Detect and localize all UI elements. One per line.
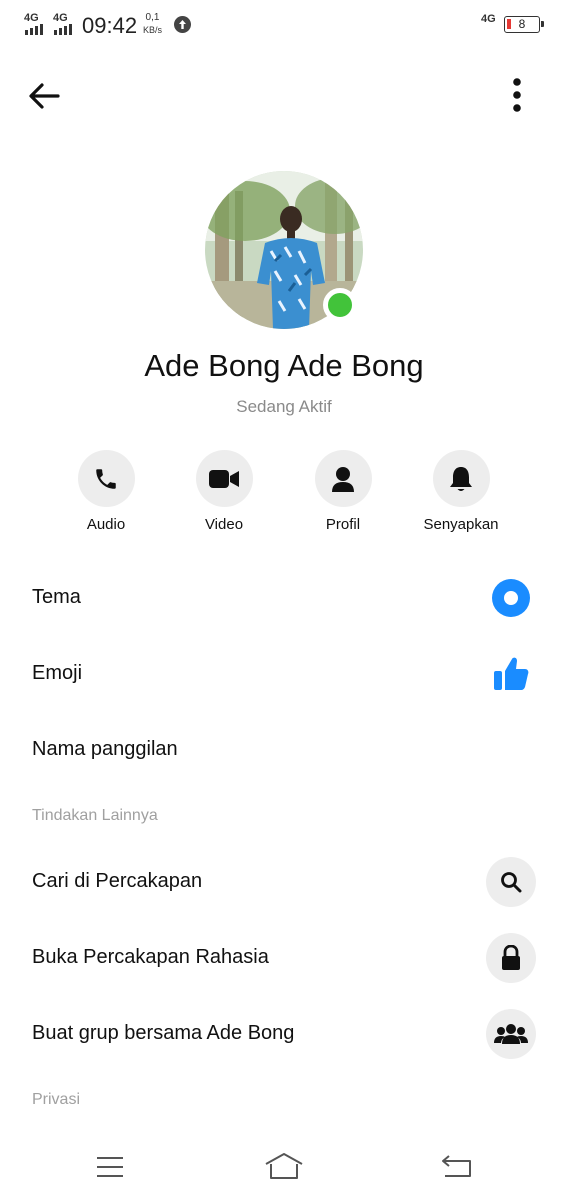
network-type-right: 4G: [481, 13, 496, 25]
system-nav-bar: [0, 1140, 568, 1200]
search-button[interactable]: [486, 857, 536, 907]
nickname-label: Nama panggilan: [32, 738, 178, 760]
battery-icon: 8: [504, 16, 544, 33]
audio-call-button[interactable]: Audio: [46, 450, 166, 533]
profile-label: Profil: [325, 516, 361, 533]
back-button[interactable]: [24, 76, 64, 116]
search-icon: [501, 872, 522, 893]
clock: 09:42: [82, 13, 138, 38]
audio-button-circle[interactable]: [77, 450, 135, 507]
home-icon[interactable]: [264, 1152, 304, 1180]
more-vertical-icon: [513, 78, 521, 112]
phone-icon: [96, 468, 116, 489]
bell-icon: [450, 466, 472, 491]
theme-row[interactable]: Tema: [0, 568, 568, 628]
signal-icon: [54, 24, 72, 35]
create-group-row[interactable]: Buat grup bersama Ade Bong: [0, 1004, 568, 1064]
thumbs-up-icon[interactable]: [491, 654, 531, 694]
nickname-row[interactable]: Nama panggilan: [0, 720, 568, 780]
battery-level: 8: [518, 17, 526, 31]
network-speed-value: 0,1: [145, 12, 160, 23]
create-group-label: Buat grup bersama Ade Bong: [32, 1022, 295, 1044]
profile-button[interactable]: Profil: [283, 450, 403, 533]
more-options-button[interactable]: [502, 74, 532, 116]
person-icon: [332, 466, 354, 492]
more-actions-header: Tindakan Lainnya: [32, 807, 158, 824]
menu-icon[interactable]: [96, 1156, 124, 1178]
network-type-1: 4G: [24, 12, 39, 24]
mute-button-circle[interactable]: [432, 450, 490, 507]
search-conversation-label: Cari di Percakapan: [32, 870, 203, 892]
profile-name: Ade Bong Ade Bong: [144, 348, 424, 383]
online-indicator: [323, 288, 357, 322]
mute-label: Senyapkan: [423, 516, 499, 533]
mute-button[interactable]: Senyapkan: [401, 450, 521, 533]
emoji-row[interactable]: Emoji: [0, 644, 568, 704]
return-icon[interactable]: [440, 1154, 472, 1178]
network-speed-unit: KB/s: [143, 25, 163, 35]
privacy-header: Privasi: [32, 1091, 81, 1108]
video-camera-icon: [209, 469, 239, 488]
video-call-button[interactable]: Video: [164, 450, 284, 533]
group-icon: [494, 1024, 528, 1044]
network-type-2: 4G: [53, 12, 68, 24]
lock-icon: [502, 945, 520, 970]
theme-color-icon[interactable]: [492, 579, 530, 617]
audio-label: Audio: [86, 516, 126, 533]
secret-conversation-label: Buka Percakapan Rahasia: [32, 946, 269, 968]
theme-label: Tema: [32, 586, 81, 608]
arrow-left-icon: [29, 83, 60, 109]
active-status: Sedang Aktif: [236, 397, 332, 416]
video-label: Video: [204, 516, 244, 533]
profile-button-circle[interactable]: [314, 450, 372, 507]
upload-icon: [174, 16, 191, 33]
network-speed: 0,1 KB/s: [143, 12, 162, 36]
emoji-label: Emoji: [32, 662, 83, 684]
signal-icon: [25, 24, 43, 35]
create-group-button[interactable]: [486, 1009, 536, 1059]
status-bar: 4G 4G 09:42 0,1 KB/s 4G 8: [0, 0, 568, 50]
search-conversation-row[interactable]: Cari di Percakapan: [0, 852, 568, 912]
secret-conversation-row[interactable]: Buka Percakapan Rahasia: [0, 928, 568, 988]
secret-conversation-button[interactable]: [486, 933, 536, 983]
video-button-circle[interactable]: [195, 450, 253, 507]
